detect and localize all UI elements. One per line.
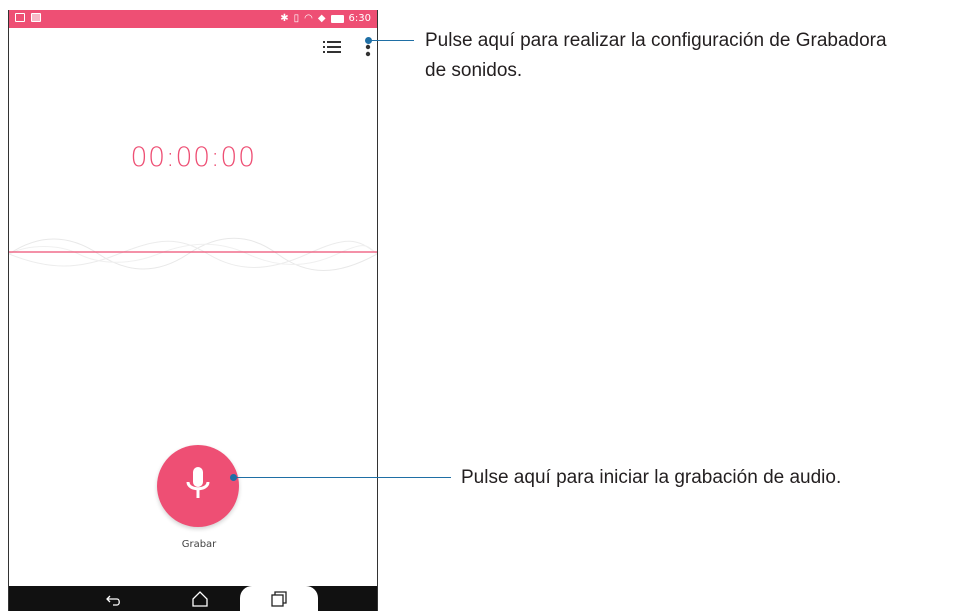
wifi-icon: ◠	[304, 13, 313, 24]
navigation-bar	[9, 586, 377, 611]
status-bar: ✱ ▯ ◠ ◆ 6:30	[9, 10, 377, 28]
home-icon[interactable]	[191, 590, 209, 608]
photo-icon	[31, 13, 41, 22]
battery-saver-icon: ◆	[317, 13, 326, 24]
microphone-icon	[186, 467, 210, 498]
settings-callout-line2: de sonidos.	[425, 60, 523, 81]
status-time: 6:30	[348, 13, 371, 24]
vibrate-icon: ▯	[293, 13, 300, 24]
settings-callout-text: Pulse aquí para realizar la configuració…	[425, 26, 965, 86]
battery-icon	[330, 15, 344, 23]
status-notifications	[15, 13, 41, 22]
recent-apps-icon[interactable]	[270, 590, 288, 608]
settings-callout-line	[369, 40, 414, 41]
elapsed-timer: 00:00:00	[130, 142, 256, 173]
record-button[interactable]	[157, 445, 239, 527]
notification-icon	[15, 13, 25, 22]
tablet-screen: ✱ ▯ ◠ ◆ 6:30 00:00:00 Grabar	[8, 10, 378, 611]
list-icon[interactable]	[323, 40, 341, 54]
record-label: Grabar	[181, 539, 217, 550]
audio-waveform	[9, 237, 377, 271]
action-bar	[9, 28, 377, 68]
status-indicators: ✱ ▯ ◠ ◆ 6:30	[280, 12, 371, 26]
settings-callout-line1: Pulse aquí para realizar la configuració…	[425, 30, 887, 51]
manual-page: ✱ ▯ ◠ ◆ 6:30 00:00:00 Grabar Pulse aquí …	[0, 0, 965, 611]
back-icon[interactable]	[105, 590, 123, 608]
record-callout-line	[234, 477, 451, 478]
record-callout-text: Pulse aquí para iniciar la grabación de …	[461, 467, 842, 488]
bluetooth-icon: ✱	[280, 13, 289, 24]
